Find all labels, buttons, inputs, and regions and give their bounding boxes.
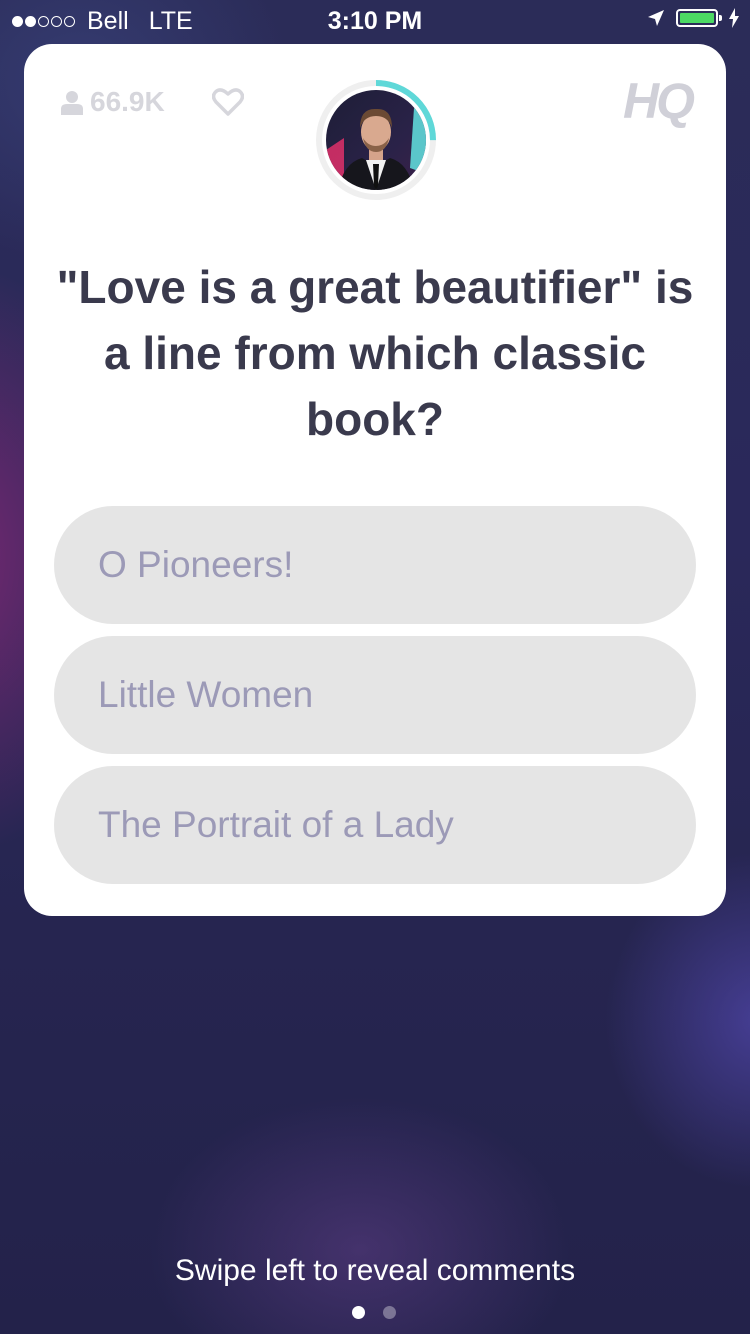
swipe-hint: Swipe left to reveal comments bbox=[174, 1254, 576, 1287]
charging-bolt-icon bbox=[729, 8, 739, 28]
host-avatar bbox=[314, 78, 438, 202]
hq-logo: HQ bbox=[623, 73, 695, 129]
page-dot-1[interactable] bbox=[352, 1306, 365, 1319]
clock: 3:10 PM bbox=[327, 7, 423, 35]
page-indicator[interactable] bbox=[352, 1306, 396, 1319]
answer-option-1[interactable]: O Pioneers! bbox=[54, 506, 696, 624]
question-card: 66.9K HQ "Love is a great beautifier" is… bbox=[24, 44, 726, 916]
battery-icon bbox=[676, 9, 722, 27]
status-bar: Bell LTE 3:10 PM bbox=[0, 0, 750, 40]
question-text: "Love is a great beautifier" is a line f… bbox=[56, 261, 694, 445]
answer-option-3[interactable]: The Portrait of a Lady bbox=[54, 766, 696, 884]
viewer-count: 66.9K bbox=[60, 86, 165, 118]
heart-icon[interactable] bbox=[212, 88, 244, 116]
answer-option-2[interactable]: Little Women bbox=[54, 636, 696, 754]
page-dot-2[interactable] bbox=[383, 1306, 396, 1319]
user-icon bbox=[61, 91, 83, 115]
viewer-count-label: 66.9K bbox=[90, 86, 165, 117]
location-arrow-icon bbox=[648, 10, 664, 26]
